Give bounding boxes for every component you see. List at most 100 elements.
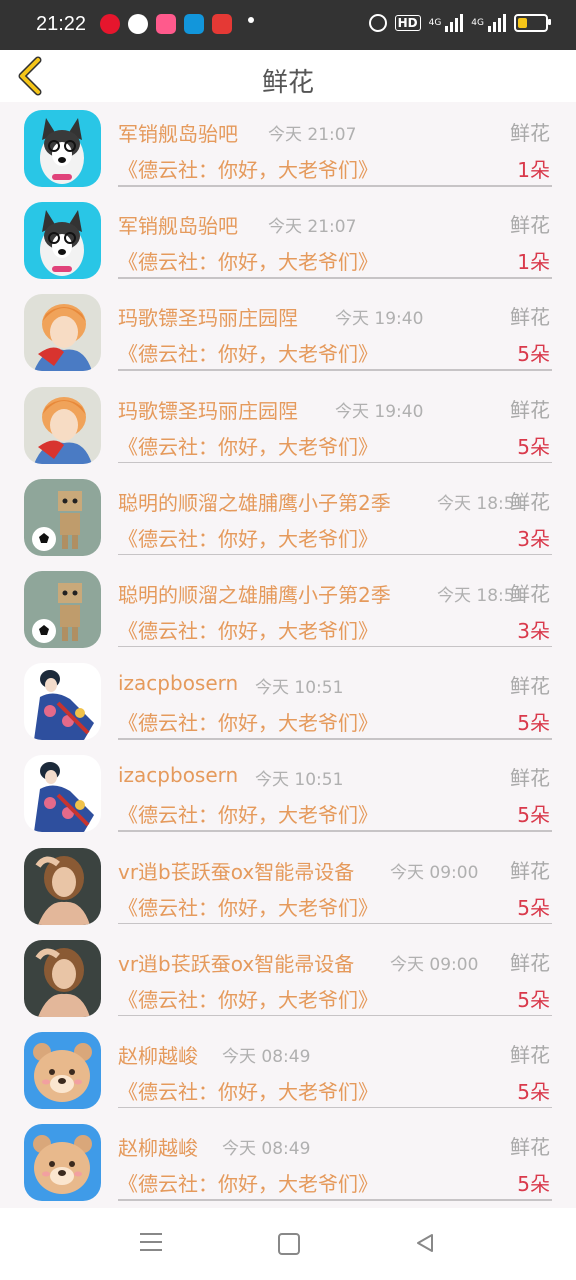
timestamp: 今天 21:07 — [268, 217, 357, 238]
avatar[interactable] — [24, 386, 101, 464]
weibo-icon — [100, 14, 120, 34]
gift-type-label: 鲜花 — [510, 1042, 550, 1067]
sender-name[interactable]: 玛歌镖圣玛丽庄园陧 — [118, 302, 298, 331]
avatar[interactable] — [24, 663, 101, 741]
header-bar: 鲜花 — [0, 50, 576, 102]
sender-name[interactable]: vr逍b苌跃蚕ox智能帚设备 — [118, 948, 354, 977]
gift-count: 1朵 — [517, 158, 550, 182]
gift-type-label: 鲜花 — [510, 305, 550, 330]
sender-name[interactable]: 聪明的顺溜之雄脯鹰小子第2季 — [118, 487, 391, 516]
gift-message: 《德云社：你好，大老爷们》 — [118, 1172, 378, 1197]
signal-icon — [488, 14, 506, 32]
sender-name[interactable]: vr逍b苌跃蚕ox智能帚设备 — [118, 856, 354, 885]
sender-name[interactable]: 聪明的顺溜之雄脯鹰小子第2季 — [118, 579, 391, 608]
gift-list-item[interactable]: 军销舰岛骀吧 今天 21:07 鲜花《德云社：你好，大老爷们》 1朵 — [0, 102, 576, 194]
gift-message: 《德云社：你好，大老爷们》 — [118, 526, 378, 551]
timestamp: 今天 09:00 — [390, 862, 479, 883]
gift-type-label: 鲜花 — [510, 674, 550, 699]
gift-count: 5朵 — [517, 1079, 550, 1104]
gift-list-item[interactable]: 赵柳越峻 今天 08:49 鲜花《德云社：你好，大老爷们》 5朵 — [0, 1024, 576, 1116]
gift-message: 《德云社：你好，大老爷们》 — [118, 803, 378, 828]
avatar[interactable] — [24, 294, 101, 372]
gift-count: 5朵 — [517, 803, 550, 828]
gift-message: 《德云社：你好，大老爷们》 — [118, 711, 378, 736]
gift-message: 《德云社：你好，大老爷们》 — [118, 250, 378, 275]
status-time: 21:22 — [36, 13, 87, 35]
app-icon — [184, 14, 204, 34]
system-icons: HD 4G 4G — [368, 14, 551, 32]
timestamp: 今天 10:51 — [255, 770, 344, 791]
sender-name[interactable]: izacpbosern — [118, 671, 238, 695]
nav-back-button[interactable] — [414, 1232, 436, 1254]
gift-list-item[interactable]: 玛歌镖圣玛丽庄园陧 今天 19:40 鲜花《德云社：你好，大老爷们》 5朵 — [0, 379, 576, 471]
divider — [118, 553, 552, 556]
app-icon — [212, 14, 232, 34]
gift-message: 《德云社：你好，大老爷们》 — [118, 895, 378, 920]
timestamp: 今天 08:49 — [222, 1046, 311, 1067]
gift-list-item[interactable]: izacpbosern 今天 10:51 鲜花 《德云社：你好，大老爷们》 5朵 — [0, 655, 576, 747]
gift-type-label: 鲜花 — [510, 1135, 550, 1160]
network-type: 4G — [471, 18, 484, 28]
more-notifications-dot — [248, 17, 254, 23]
sender-name[interactable]: 军销舰岛骀吧 — [118, 118, 238, 147]
divider — [118, 1106, 552, 1109]
divider — [118, 1014, 552, 1017]
gift-type-label: 鲜花 — [510, 950, 550, 975]
avatar[interactable] — [24, 847, 101, 925]
gift-message: 《德云社：你好，大老爷们》 — [118, 987, 378, 1012]
sender-name[interactable]: 赵柳越峻 — [118, 1040, 198, 1069]
gift-type-label: 鲜花 — [510, 858, 550, 883]
timestamp: 今天 08:49 — [222, 1139, 311, 1160]
divider — [118, 461, 552, 464]
avatar[interactable] — [24, 110, 101, 187]
battery-icon — [514, 14, 551, 32]
timestamp: 今天 09:00 — [390, 954, 479, 975]
gift-list: 军销舰岛骀吧 今天 21:07 鲜花 《德云社：你好，大老爷们》 1朵 军销舰岛骀吧 今天 … — [0, 102, 576, 1208]
sender-name[interactable]: 玛歌镖圣玛丽庄园陧 — [118, 395, 298, 424]
avatar[interactable] — [24, 755, 101, 833]
page-title: 鲜花 — [261, 68, 314, 98]
network-type: 4G — [428, 18, 442, 28]
gift-count: 5朵 — [517, 1172, 550, 1197]
avatar[interactable] — [24, 1124, 101, 1202]
avatar[interactable] — [24, 570, 101, 648]
avatar[interactable] — [24, 202, 101, 280]
sender-name[interactable]: izacpbosern — [118, 763, 238, 787]
gift-list-item[interactable]: vr逍b苌跃蚕ox智能帚设备 今天 09:00 鲜花 《德云社：你好，大老爷们》 5朵 — [0, 932, 576, 1024]
gift-list-item[interactable]: 玛歌镖圣玛丽庄园陧 今天 19:40 鲜花 《德云社：你好，大老爷们》 5朵 — [0, 286, 576, 378]
gift-type-label: 鲜花 — [510, 213, 550, 238]
timestamp: 今天 19:40 — [335, 401, 424, 422]
divider — [118, 1199, 552, 1201]
gift-message: 《德云社：你好，大老爷们》 — [118, 618, 378, 643]
hd-badge: HD — [394, 15, 421, 31]
gift-message: 《德云社：你好，大老爷们》 — [118, 1079, 378, 1104]
avatar[interactable] — [24, 478, 101, 556]
gift-message: 《德云社：你好，大老爷们》 — [118, 158, 378, 182]
gift-type-label: 鲜花 — [510, 766, 550, 791]
sender-name[interactable]: 军销舰岛骀吧 — [118, 210, 238, 239]
recent-apps-button[interactable] — [140, 1233, 162, 1251]
gift-type-label: 鲜花 — [510, 489, 550, 514]
gift-list-item[interactable]: izacpbosern 今天 10:51 鲜花《德云社：你好，大老爷们》 5朵 — [0, 747, 576, 839]
gift-list-item[interactable]: 赵柳越峻 今天 08:49 鲜花《德云社：你好，大老爷们》 5朵 — [0, 1116, 576, 1208]
wechat-icon — [128, 14, 148, 34]
avatar[interactable] — [24, 939, 101, 1017]
gift-count: 5朵 — [517, 711, 550, 736]
avatar[interactable] — [24, 1031, 101, 1109]
gift-count: 5朵 — [517, 434, 550, 459]
divider — [118, 277, 552, 279]
alarm-icon — [368, 14, 387, 32]
timestamp: 今天 21:07 — [268, 125, 357, 145]
gift-message: 《德云社：你好，大老爷们》 — [118, 342, 378, 367]
status-bar: 21:22 HD 4G 4G — [0, 0, 576, 50]
gift-type-label: 鲜花 — [510, 121, 550, 145]
gift-type-label: 鲜花 — [510, 397, 550, 422]
gift-list-item[interactable]: 军销舰岛骀吧 今天 21:07 鲜花《德云社：你好，大老爷们》 1朵 — [0, 194, 576, 286]
gift-list-item[interactable]: vr逍b苌跃蚕ox智能帚设备 今天 09:00 鲜花 《德云社：你好，大老爷们》 5朵 — [0, 840, 576, 932]
home-button[interactable] — [278, 1233, 300, 1255]
sender-name[interactable]: 赵柳越峻 — [118, 1132, 198, 1161]
gift-list-item[interactable]: 聪明的顺溜之雄脯鹰小子第2季 今天 18:51 鲜花 《德云社：你好，大老爷们》 3朵 — [0, 563, 576, 655]
gift-message: 《德云社：你好，大老爷们》 — [118, 434, 378, 459]
gift-list-item[interactable]: 聪明的顺溜之雄脯鹰小子第2季 今天 18:51 鲜花 《德云社：你好，大老爷们》 3朵 — [0, 471, 576, 563]
gift-count: 1朵 — [517, 250, 550, 275]
